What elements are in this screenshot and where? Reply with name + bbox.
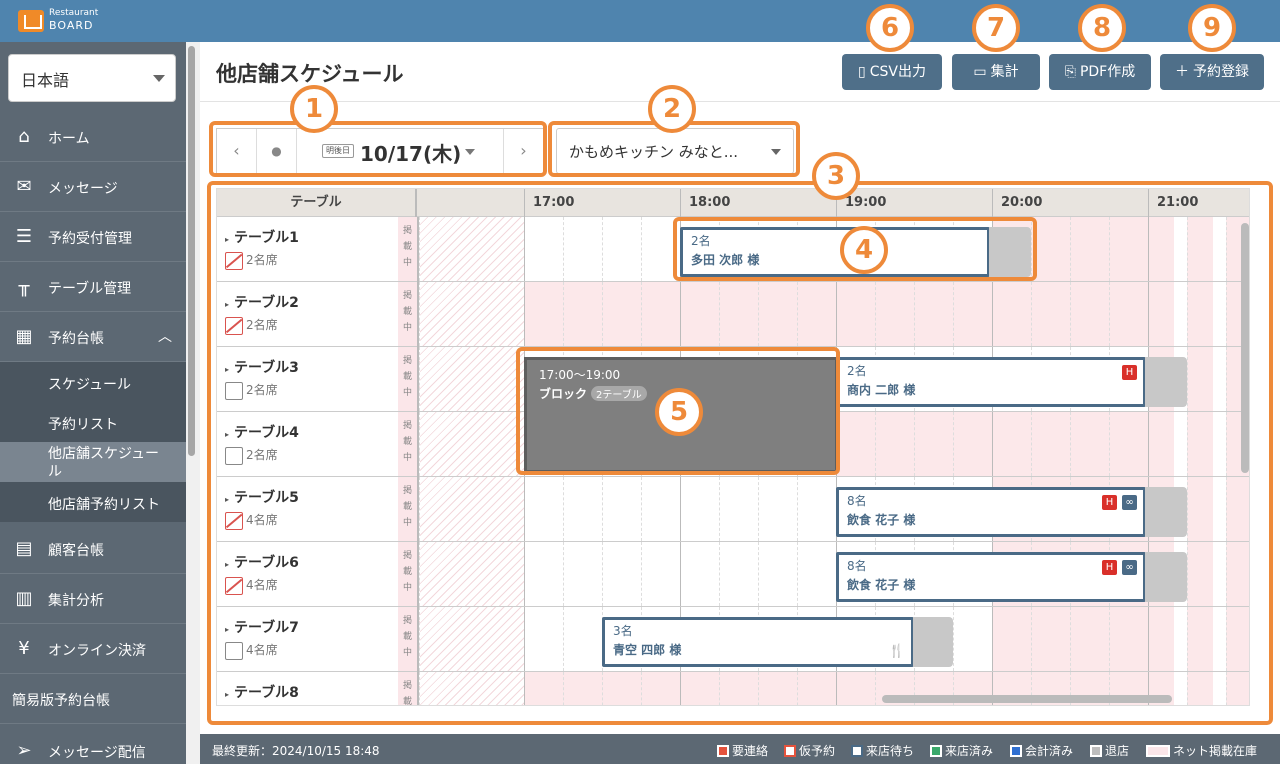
chevron-down-icon <box>153 75 165 82</box>
legend-label: ネット掲載在庫 <box>1173 744 1258 758</box>
legend-swatch <box>717 745 729 757</box>
legend-item: 来店待ち <box>851 742 914 759</box>
sidebar-item-label: メッセージ <box>48 181 118 197</box>
legend-swatch <box>851 745 863 757</box>
legend-swatch <box>1010 745 1022 757</box>
calendar-icon: ▦ <box>15 326 33 347</box>
restaurant-icon <box>18 10 44 32</box>
sidebar-item-message-delivery[interactable]: ➢ メッセージ配信 <box>0 726 186 764</box>
legend-item: 会計済み <box>1010 742 1073 759</box>
sidebar-subitem-label: 他店舗スケジュール <box>48 446 160 480</box>
legend-item: 仮予約 <box>784 742 835 759</box>
annotation-badge: 7 <box>972 4 1020 52</box>
legend-item: 退店 <box>1090 742 1129 759</box>
send-icon: ➢ <box>16 740 32 761</box>
language-value: 日本語 <box>21 71 70 90</box>
annotation-highlight-1 <box>209 121 547 177</box>
legend-item: 要連絡 <box>717 742 768 759</box>
sidebar-subitem-label: 予約リスト <box>48 417 118 433</box>
annotation-badge: 2 <box>648 85 696 133</box>
annotation-badge: 9 <box>1188 4 1236 52</box>
sidebar-item-analytics[interactable]: ▥ 集計分析 <box>0 574 186 624</box>
sidebar-item-table[interactable]: ╥ テーブル管理 <box>0 262 186 312</box>
summary-button[interactable]: ▭ 集計 <box>952 54 1040 90</box>
legend-label: 来店済み <box>945 744 994 758</box>
pdf-create-label: PDF作成 <box>1079 64 1136 80</box>
annotation-badge: 5 <box>655 388 703 436</box>
monitor-icon: ▭ <box>973 64 987 80</box>
sidebar-scrollbar-thumb[interactable] <box>188 46 195 456</box>
footer-bar: 最終更新：2024/10/15 18:48 要連絡 仮予約 来店待ち 来店済み … <box>200 734 1280 764</box>
sidebar-subitem-other-store-list[interactable]: 他店舗予約リスト <box>0 482 186 522</box>
sidebar-item-label: 予約受付管理 <box>48 231 132 247</box>
bar-chart-icon: ▥ <box>15 588 33 609</box>
brand-bottom: BOARD <box>49 19 94 32</box>
app-logo[interactable]: Restaurant BOARD <box>18 8 128 34</box>
annotation-badge: 4 <box>840 226 888 274</box>
legend-swatch <box>930 745 942 757</box>
sidebar-item-label: 予約台帳 <box>48 331 104 347</box>
sidebar-item-reception[interactable]: ☰ 予約受付管理 <box>0 212 186 262</box>
legend-swatch <box>784 745 796 757</box>
legend-item: ネット掲載在庫 <box>1146 742 1257 759</box>
sidebar-item-label: テーブル管理 <box>48 281 132 297</box>
sidebar-item-label: メッセージ配信 <box>48 745 146 761</box>
sidebar: 日本語 ⌂ ホーム ✉ メッセージ ☰ 予約受付管理 ╥ テーブル管理 ▦ 予約… <box>0 42 200 764</box>
sidebar-subitem-other-store-schedule[interactable]: 他店舗スケジュール <box>0 442 186 482</box>
sidebar-item-label: オンライン決済 <box>48 643 146 659</box>
legend-label: 要連絡 <box>732 744 769 758</box>
sidebar-item-message[interactable]: ✉ メッセージ <box>0 162 186 212</box>
id-card-icon: ▤ <box>15 538 33 559</box>
legend-swatch <box>1146 745 1170 757</box>
file-export-icon: ▯ <box>858 64 866 80</box>
language-select[interactable]: 日本語 <box>8 54 176 102</box>
legend-label: 会計済み <box>1025 744 1074 758</box>
brand-top: Restaurant <box>49 8 99 18</box>
chevron-up-icon: ︿ <box>158 329 172 345</box>
sidebar-item-home[interactable]: ⌂ ホーム <box>0 112 186 162</box>
pdf-create-button[interactable]: ⎘ PDF作成 <box>1049 54 1151 90</box>
header-divider <box>200 101 1280 102</box>
mail-icon: ✉ <box>16 176 32 197</box>
legend-label: 来店待ち <box>866 744 915 758</box>
list-check-icon: ☰ <box>15 226 33 247</box>
annotation-badge: 8 <box>1078 4 1126 52</box>
sidebar-item-ledger[interactable]: ▦ 予約台帳 ︿ <box>0 312 186 362</box>
sidebar-subitem-label: 他店舗予約リスト <box>48 497 160 513</box>
plus-icon: ＋ <box>1175 64 1189 80</box>
csv-export-label: CSV出力 <box>869 64 926 80</box>
last-updated: 最終更新：2024/10/15 18:48 <box>212 744 380 758</box>
table-icon: ╥ <box>18 276 30 297</box>
sidebar-subitem-schedule[interactable]: スケジュール <box>0 362 186 402</box>
legend-label: 退店 <box>1105 744 1130 758</box>
annotation-badge: 1 <box>290 85 338 133</box>
sidebar-item-label: 集計分析 <box>48 593 104 609</box>
sidebar-item-label: 顧客台帳 <box>48 543 104 559</box>
legend-label: 仮予約 <box>799 744 836 758</box>
sidebar-item-payment[interactable]: ¥ オンライン決済 <box>0 624 186 674</box>
reserve-button[interactable]: ＋予約登録 <box>1160 54 1264 90</box>
sidebar-item-customer[interactable]: ▤ 顧客台帳 <box>0 524 186 574</box>
sidebar-item-simple-ledger[interactable]: 簡易版予約台帳 <box>0 674 186 724</box>
sidebar-subitem-reservation-list[interactable]: 予約リスト <box>0 402 186 442</box>
sidebar-subitem-label: スケジュール <box>48 377 132 393</box>
sidebar-item-label: 簡易版予約台帳 <box>12 693 110 709</box>
annotation-badge: 3 <box>812 152 860 200</box>
legend-swatch <box>1090 745 1102 757</box>
page-title: 他店舗スケジュール <box>216 62 404 86</box>
sidebar-item-label: ホーム <box>48 131 90 147</box>
home-icon: ⌂ <box>18 126 30 147</box>
file-pdf-icon: ⎘ <box>1064 64 1076 80</box>
csv-export-button[interactable]: ▯ CSV出力 <box>842 54 942 90</box>
annotation-badge: 6 <box>866 4 914 52</box>
yen-icon: ¥ <box>18 638 30 659</box>
summary-label: 集計 <box>990 64 1019 80</box>
legend-item: 来店済み <box>930 742 993 759</box>
reserve-label: 予約登録 <box>1193 64 1249 80</box>
